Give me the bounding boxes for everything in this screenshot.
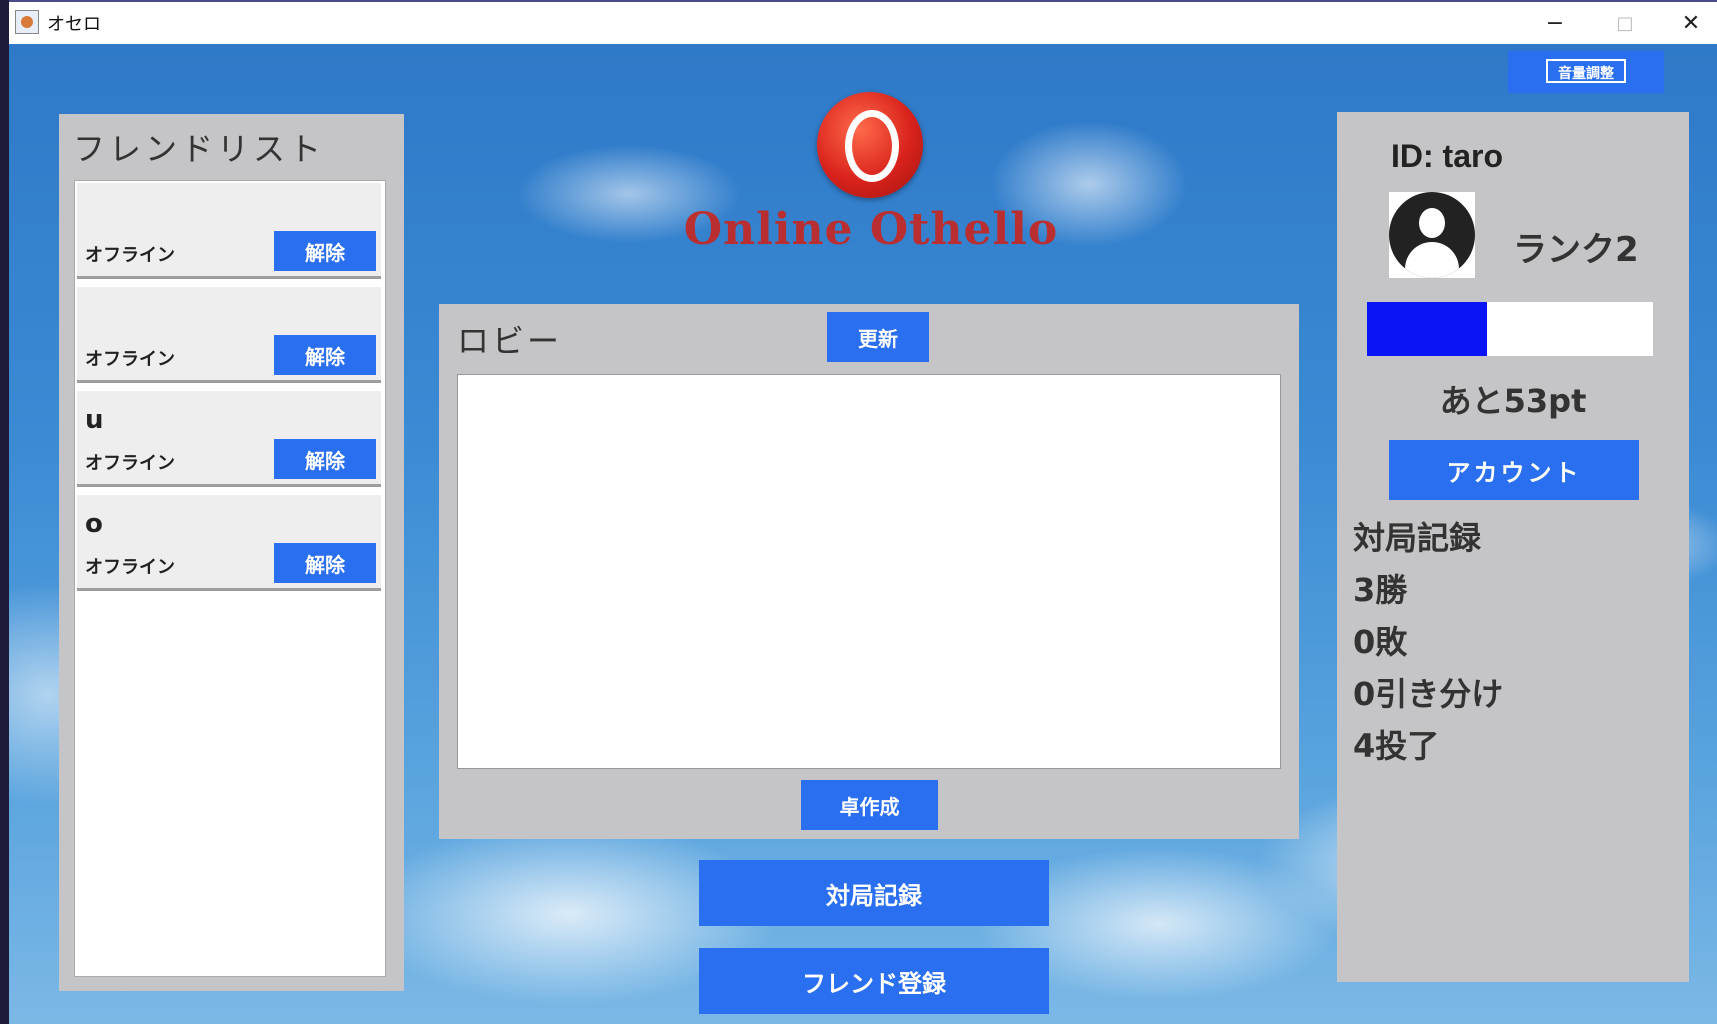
account-button[interactable]: アカウント <box>1389 440 1639 500</box>
title-bar: オセロ − □ ✕ <box>9 0 1717 44</box>
friend-list-title: フレンドリスト <box>73 130 326 168</box>
friend-status: オフライン <box>85 453 175 474</box>
friend-item: オフライン 解除 <box>77 287 381 383</box>
remove-friend-button[interactable]: 解除 <box>274 439 376 479</box>
friend-status: オフライン <box>85 349 175 370</box>
remove-friend-button[interactable]: 解除 <box>274 543 376 583</box>
app-window: オセロ − □ ✕ 音量調整 フレンドリスト オフライン 解除 オフライン 解除 <box>9 0 1717 1024</box>
friend-list-panel: フレンドリスト オフライン 解除 オフライン 解除 u オフライン 解除 o オ… <box>59 114 404 991</box>
create-table-button[interactable]: 卓作成 <box>801 780 938 830</box>
stats-losses: 0敗 <box>1353 623 1408 661</box>
match-stats: 対局記録 3勝 0敗 0引き分け 4投了 <box>1353 512 1503 772</box>
friend-name: u <box>85 405 104 435</box>
rank-progress-fill <box>1367 302 1488 356</box>
stats-title: 対局記録 <box>1353 519 1482 557</box>
match-record-button[interactable]: 対局記録 <box>699 860 1049 926</box>
volume-adjust-label: 音量調整 <box>1546 59 1626 83</box>
friend-status: オフライン <box>85 245 175 266</box>
friend-register-button[interactable]: フレンド登録 <box>699 948 1049 1014</box>
close-button[interactable]: ✕ <box>1661 6 1717 42</box>
lobby-title: ロビー <box>457 322 563 360</box>
rank-progress-bar <box>1367 302 1653 356</box>
friend-item: オフライン 解除 <box>77 183 381 279</box>
remove-friend-button[interactable]: 解除 <box>274 335 376 375</box>
minimize-button[interactable]: − <box>1525 6 1585 42</box>
friend-list[interactable]: オフライン 解除 オフライン 解除 u オフライン 解除 o オフライン 解除 <box>74 180 386 977</box>
lobby-panel: ロビー 更新 卓作成 <box>439 304 1299 839</box>
profile-panel: ID: taro ランク2 あと53pt アカウント 対局記録 3勝 0敗 0引… <box>1337 112 1689 982</box>
stats-resigns: 4投了 <box>1353 727 1440 765</box>
points-remaining: あと53pt <box>1439 382 1587 420</box>
window-title: オセロ <box>47 14 101 35</box>
othello-logo-icon <box>817 92 923 198</box>
friend-item: u オフライン 解除 <box>77 391 381 487</box>
user-avatar-icon <box>1389 192 1475 278</box>
volume-adjust-button[interactable]: 音量調整 <box>1508 51 1664 93</box>
refresh-button[interactable]: 更新 <box>827 312 929 362</box>
rank-label: ランク2 <box>1513 230 1639 270</box>
stats-draws: 0引き分け <box>1353 675 1504 713</box>
logo-text: Online Othello <box>683 204 1059 255</box>
lobby-table-list[interactable] <box>457 374 1281 769</box>
user-id: ID: taro <box>1391 138 1503 174</box>
remove-friend-button[interactable]: 解除 <box>274 231 376 271</box>
friend-status: オフライン <box>85 557 175 578</box>
stats-wins: 3勝 <box>1353 571 1408 609</box>
friend-name: o <box>85 509 103 539</box>
java-app-icon <box>15 10 39 34</box>
maximize-button[interactable]: □ <box>1595 6 1655 42</box>
main-content: 音量調整 フレンドリスト オフライン 解除 オフライン 解除 u オフライン 解… <box>9 44 1717 1024</box>
friend-item: o オフライン 解除 <box>77 495 381 591</box>
